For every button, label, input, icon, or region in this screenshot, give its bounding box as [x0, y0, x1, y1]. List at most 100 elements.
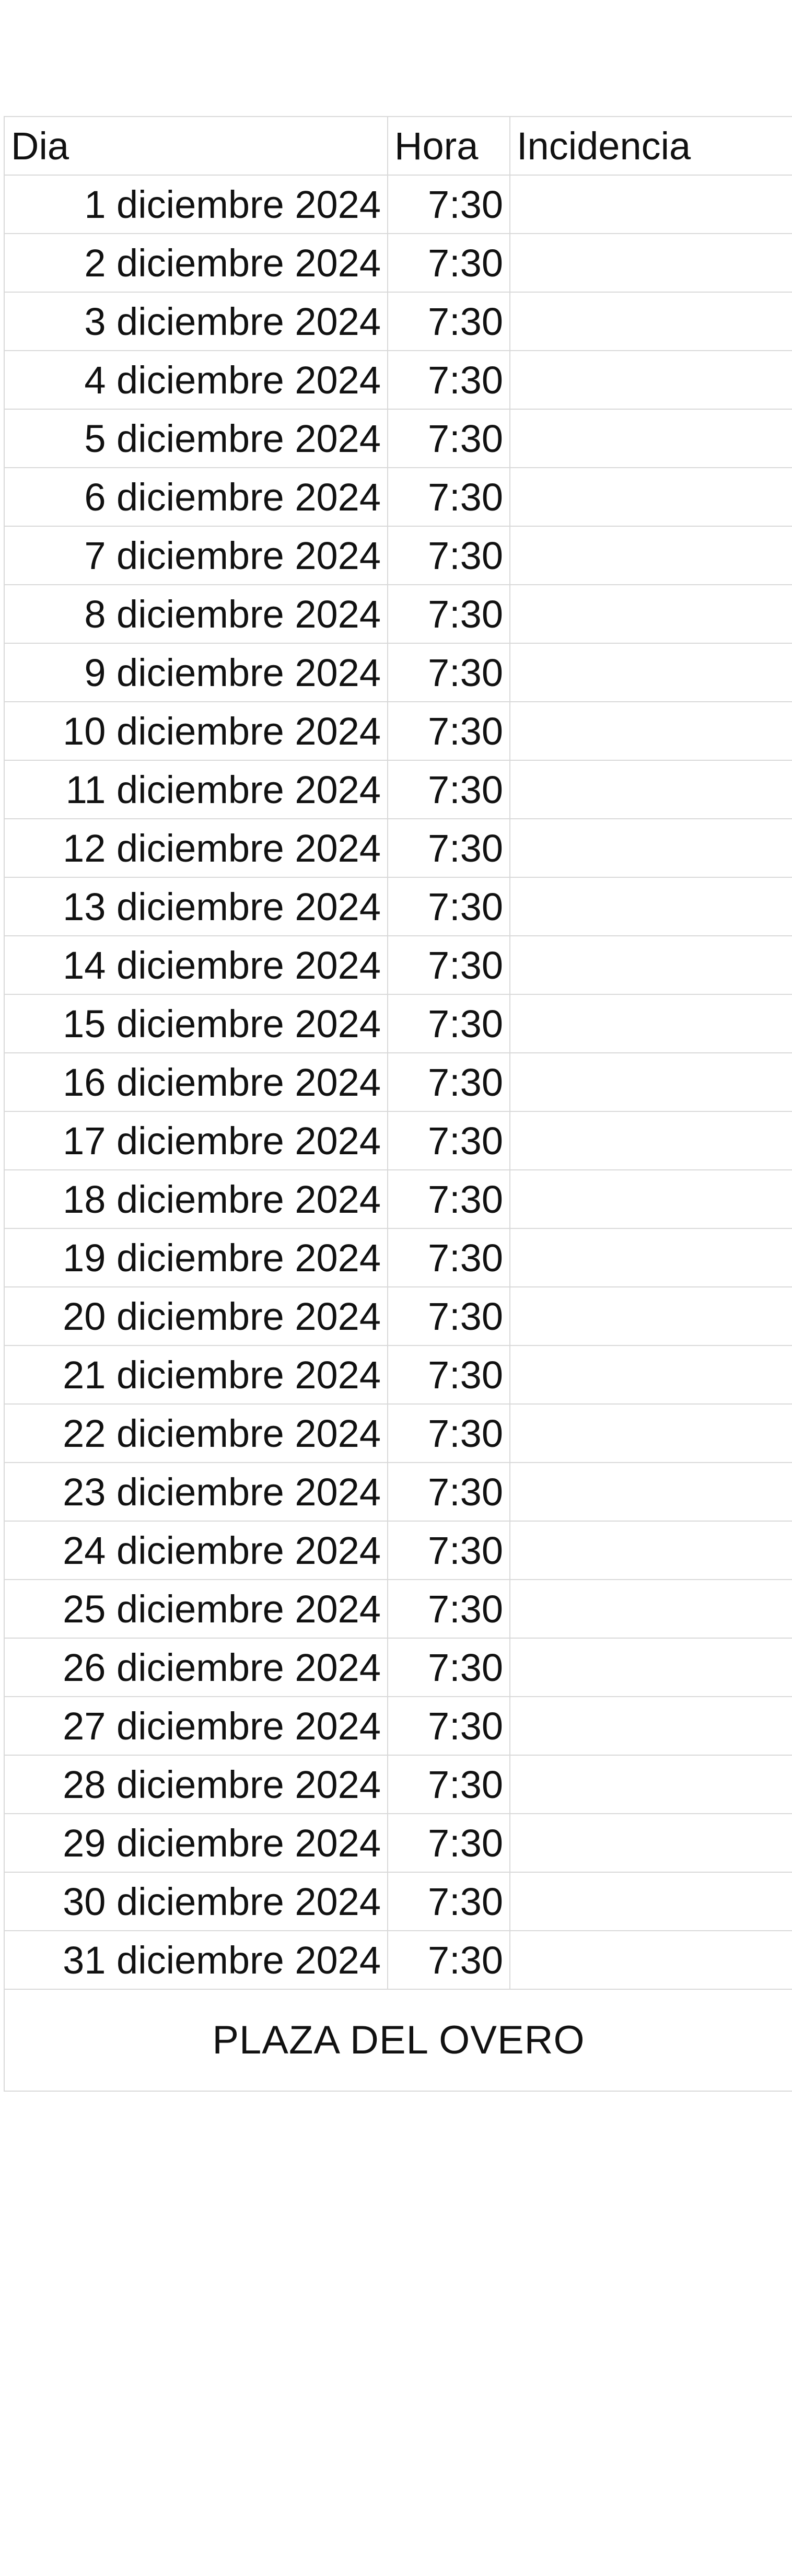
- cell-hora[interactable]: 7:30: [387, 526, 510, 585]
- cell-dia[interactable]: 10 diciembre 2024: [4, 701, 388, 761]
- cell-dia[interactable]: 31 diciembre 2024: [4, 1930, 388, 1990]
- cell-hora[interactable]: 7:30: [387, 818, 510, 878]
- cell-hora[interactable]: 7:30: [387, 1813, 510, 1873]
- cell-hora[interactable]: 7:30: [387, 1872, 510, 1931]
- cell-hora[interactable]: 7:30: [387, 1052, 510, 1112]
- cell-hora[interactable]: 7:30: [387, 350, 510, 410]
- cell-incidencia[interactable]: [509, 584, 792, 644]
- cell-dia[interactable]: 16 diciembre 2024: [4, 1052, 388, 1112]
- location-label[interactable]: PLAZA DEL OVERO: [4, 1989, 792, 2092]
- cell-hora[interactable]: 7:30: [387, 584, 510, 644]
- cell-dia[interactable]: 2 diciembre 2024: [4, 233, 388, 293]
- cell-dia[interactable]: 14 diciembre 2024: [4, 935, 388, 995]
- header-incidencia[interactable]: Incidencia: [509, 116, 792, 176]
- cell-dia[interactable]: 3 diciembre 2024: [4, 292, 388, 351]
- cell-incidencia[interactable]: [509, 818, 792, 878]
- cell-dia[interactable]: 18 diciembre 2024: [4, 1169, 388, 1229]
- cell-hora[interactable]: 7:30: [387, 1462, 510, 1522]
- cell-incidencia[interactable]: [509, 1813, 792, 1873]
- cell-hora[interactable]: 7:30: [387, 701, 510, 761]
- cell-incidencia[interactable]: [509, 701, 792, 761]
- table-row: 26 diciembre 2024 7:30: [4, 1638, 792, 1697]
- cell-hora[interactable]: 7:30: [387, 175, 510, 234]
- cell-dia[interactable]: 22 diciembre 2024: [4, 1403, 388, 1463]
- cell-dia[interactable]: 8 diciembre 2024: [4, 584, 388, 644]
- cell-dia[interactable]: 25 diciembre 2024: [4, 1579, 388, 1639]
- cell-incidencia[interactable]: [509, 1286, 792, 1346]
- cell-dia[interactable]: 1 diciembre 2024: [4, 175, 388, 234]
- cell-incidencia[interactable]: [509, 1755, 792, 1814]
- cell-dia[interactable]: 11 diciembre 2024: [4, 760, 388, 819]
- cell-dia[interactable]: 26 diciembre 2024: [4, 1638, 388, 1697]
- cell-dia[interactable]: 30 diciembre 2024: [4, 1872, 388, 1931]
- cell-incidencia[interactable]: [509, 526, 792, 585]
- cell-hora[interactable]: 7:30: [387, 1755, 510, 1814]
- cell-dia[interactable]: 5 diciembre 2024: [4, 409, 388, 468]
- cell-incidencia[interactable]: [509, 1930, 792, 1990]
- cell-incidencia[interactable]: [509, 643, 792, 702]
- cell-hora[interactable]: 7:30: [387, 1930, 510, 1990]
- cell-incidencia[interactable]: [509, 1345, 792, 1405]
- cell-hora[interactable]: 7:30: [387, 1403, 510, 1463]
- table-row: 28 diciembre 2024 7:30: [4, 1755, 792, 1814]
- cell-dia[interactable]: 17 diciembre 2024: [4, 1111, 388, 1170]
- cell-dia[interactable]: 12 diciembre 2024: [4, 818, 388, 878]
- cell-incidencia[interactable]: [509, 1696, 792, 1756]
- cell-hora[interactable]: 7:30: [387, 1228, 510, 1287]
- cell-dia[interactable]: 19 diciembre 2024: [4, 1228, 388, 1287]
- cell-dia[interactable]: 9 diciembre 2024: [4, 643, 388, 702]
- cell-dia[interactable]: 13 diciembre 2024: [4, 877, 388, 936]
- cell-dia[interactable]: 15 diciembre 2024: [4, 994, 388, 1053]
- cell-hora[interactable]: 7:30: [387, 409, 510, 468]
- cell-incidencia[interactable]: [509, 1111, 792, 1170]
- cell-dia[interactable]: 21 diciembre 2024: [4, 1345, 388, 1405]
- cell-hora[interactable]: 7:30: [387, 760, 510, 819]
- cell-incidencia[interactable]: [509, 1462, 792, 1522]
- cell-incidencia[interactable]: [509, 1579, 792, 1639]
- cell-hora[interactable]: 7:30: [387, 233, 510, 293]
- cell-hora[interactable]: 7:30: [387, 1696, 510, 1756]
- cell-incidencia[interactable]: [509, 1228, 792, 1287]
- cell-incidencia[interactable]: [509, 1521, 792, 1580]
- cell-hora[interactable]: 7:30: [387, 467, 510, 527]
- cell-hora[interactable]: 7:30: [387, 1286, 510, 1346]
- cell-incidencia[interactable]: [509, 467, 792, 527]
- cell-incidencia[interactable]: [509, 175, 792, 234]
- cell-hora[interactable]: 7:30: [387, 877, 510, 936]
- cell-incidencia[interactable]: [509, 350, 792, 410]
- cell-hora[interactable]: 7:30: [387, 1111, 510, 1170]
- cell-incidencia[interactable]: [509, 1872, 792, 1931]
- cell-incidencia[interactable]: [509, 1052, 792, 1112]
- cell-incidencia[interactable]: [509, 292, 792, 351]
- table-row: 9 diciembre 2024 7:30: [4, 643, 792, 702]
- cell-dia[interactable]: 28 diciembre 2024: [4, 1755, 388, 1814]
- cell-incidencia[interactable]: [509, 1638, 792, 1697]
- cell-incidencia[interactable]: [509, 935, 792, 995]
- cell-hora[interactable]: 7:30: [387, 292, 510, 351]
- cell-dia[interactable]: 20 diciembre 2024: [4, 1286, 388, 1346]
- cell-dia[interactable]: 24 diciembre 2024: [4, 1521, 388, 1580]
- cell-hora[interactable]: 7:30: [387, 1521, 510, 1580]
- header-hora[interactable]: Hora: [387, 116, 510, 176]
- cell-incidencia[interactable]: [509, 994, 792, 1053]
- cell-dia[interactable]: 23 diciembre 2024: [4, 1462, 388, 1522]
- cell-dia[interactable]: 29 diciembre 2024: [4, 1813, 388, 1873]
- cell-incidencia[interactable]: [509, 877, 792, 936]
- cell-incidencia[interactable]: [509, 760, 792, 819]
- cell-dia[interactable]: 7 diciembre 2024: [4, 526, 388, 585]
- cell-hora[interactable]: 7:30: [387, 643, 510, 702]
- cell-incidencia[interactable]: [509, 409, 792, 468]
- cell-incidencia[interactable]: [509, 233, 792, 293]
- cell-hora[interactable]: 7:30: [387, 1579, 510, 1639]
- cell-dia[interactable]: 6 diciembre 2024: [4, 467, 388, 527]
- cell-dia[interactable]: 27 diciembre 2024: [4, 1696, 388, 1756]
- cell-hora[interactable]: 7:30: [387, 994, 510, 1053]
- header-dia[interactable]: Dia: [4, 116, 388, 176]
- cell-dia[interactable]: 4 diciembre 2024: [4, 350, 388, 410]
- cell-incidencia[interactable]: [509, 1169, 792, 1229]
- cell-incidencia[interactable]: [509, 1403, 792, 1463]
- cell-hora[interactable]: 7:30: [387, 1638, 510, 1697]
- cell-hora[interactable]: 7:30: [387, 1169, 510, 1229]
- cell-hora[interactable]: 7:30: [387, 935, 510, 995]
- cell-hora[interactable]: 7:30: [387, 1345, 510, 1405]
